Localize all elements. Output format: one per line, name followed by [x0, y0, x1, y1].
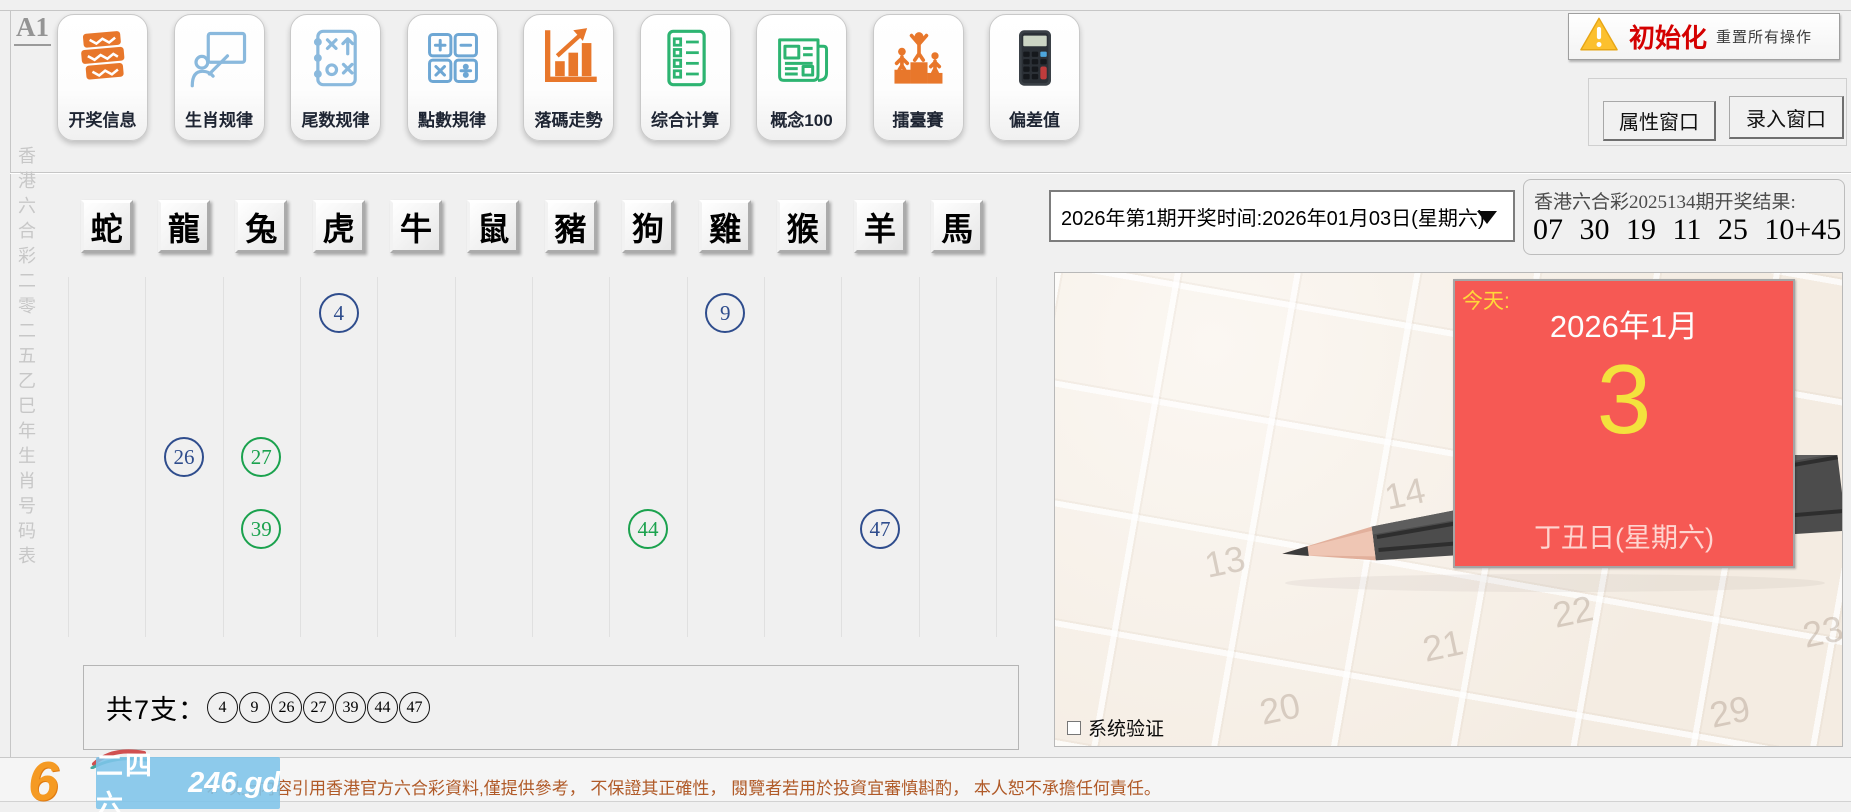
toolbar-button-calculator[interactable]: 偏差值	[989, 14, 1080, 141]
summary-number-39: 39	[335, 692, 366, 723]
summary-number-9: 9	[239, 692, 270, 723]
disclaimer-text: ※ 以上内容引用香港官方六合彩資料,僅提供參考， 不保證其正確性， 閱覽者若用於…	[205, 774, 1161, 799]
summary-box: 共7支： 492627394447	[83, 665, 1019, 750]
zodiac-button-5[interactable]: 牛	[390, 200, 442, 253]
app-window: A1 开奖信息 生肖规律 尾数规律 點數規律 落碼走勢 综合计算 概念100 擂臺賽 偏差值 初…	[0, 0, 1851, 812]
grid-column-line	[919, 277, 920, 637]
grid-column-line	[145, 277, 146, 637]
properties-window-button[interactable]: 属性窗口	[1603, 101, 1716, 141]
grid-column-line	[455, 277, 456, 637]
calendar-day: 3	[1455, 343, 1793, 456]
calendar-faint-number: 23	[1799, 607, 1843, 656]
zodiac-button-12[interactable]: 馬	[931, 200, 983, 253]
watermark-six-logo: 6	[28, 749, 59, 812]
system-verify-row: 系统验证	[1067, 714, 1164, 741]
summary-number-47: 47	[399, 692, 430, 723]
toolbar-button-books[interactable]: 开奖信息	[57, 14, 148, 141]
grid-column-line	[764, 277, 765, 637]
zodiac-button-6[interactable]: 鼠	[467, 200, 519, 253]
toolbar-button-bar-chart[interactable]: 落碼走勢	[523, 14, 614, 141]
reset-all-label: 重置所有操作	[1716, 26, 1812, 47]
grid-column-line	[377, 277, 378, 637]
grid-number-47: 47	[860, 509, 900, 549]
calendar-faint-number: 28	[1611, 737, 1659, 747]
summary-number-44: 44	[367, 692, 398, 723]
warning-icon	[1579, 16, 1619, 58]
zodiac-button-2[interactable]: 龍	[158, 200, 210, 253]
summary-numbers: 492627394447	[206, 692, 430, 723]
toolbar-button-checklist[interactable]: 综合计算	[640, 14, 731, 141]
grid-column-line	[609, 277, 610, 637]
last-result-title: 香港六合彩2025134期开奖结果:	[1534, 187, 1796, 214]
summary-number-4: 4	[207, 692, 238, 723]
grid-number-9: 9	[705, 293, 745, 333]
toolbar-button-label: 落碼走勢	[535, 106, 603, 131]
calendar-panel: 1314212022282923 今天: 2026年1月 3 丁丑日(星期六)	[1054, 272, 1843, 747]
chevron-down-icon	[1477, 211, 1497, 224]
toolbar-button-podium[interactable]: 擂臺賽	[873, 14, 964, 141]
toolbar-button-math-ops[interactable]: 點數規律	[407, 14, 498, 141]
grid-column-line	[68, 277, 69, 637]
site-watermark: 6 二四六 246.gd	[28, 749, 288, 811]
toolbar-button-newspaper[interactable]: 概念100	[756, 14, 847, 141]
toolbar-button-label: 擂臺賽	[893, 106, 944, 131]
initialize-button[interactable]: 初始化 重置所有操作	[1568, 13, 1840, 60]
draw-period-dropdown[interactable]: 2026年第1期开奖时间:2026年01月03日(星期六)	[1049, 190, 1515, 242]
zodiac-button-10[interactable]: 猴	[777, 200, 829, 253]
initialize-label: 初始化	[1629, 18, 1707, 55]
zodiac-button-11[interactable]: 羊	[854, 200, 906, 253]
watermark-site-name: 二四六	[96, 744, 182, 812]
toolbar-button-label: 點數規律	[418, 106, 486, 131]
toolbar-divider	[10, 172, 1851, 173]
watermark-plate: 二四六 246.gd	[96, 757, 280, 809]
summary-number-27: 27	[303, 692, 334, 723]
grid-number-27: 27	[241, 437, 281, 477]
calendar-faint-number: 21	[1419, 621, 1467, 670]
toolbar-button-strategy[interactable]: 尾数规律	[290, 14, 381, 141]
toolbar-button-label: 尾数规律	[302, 106, 370, 131]
grid-column-line	[996, 277, 997, 637]
zodiac-button-9[interactable]: 雞	[699, 200, 751, 253]
toolbar-button-label: 概念100	[770, 106, 832, 131]
entry-window-button[interactable]: 录入窗口	[1729, 96, 1844, 139]
calendar-faint-number: 13	[1201, 537, 1249, 586]
last-result-box: 香港六合彩2025134期开奖结果: 07 30 19 11 25 10+45	[1523, 179, 1845, 255]
grid-column-line	[300, 277, 301, 637]
system-verify-label: 系统验证	[1088, 714, 1164, 741]
window-buttons-group: 属性窗口 录入窗口	[1588, 78, 1847, 146]
calendar-month: 2026年1月	[1455, 301, 1793, 346]
zodiac-button-1[interactable]: 蛇	[81, 200, 133, 253]
summary-number-26: 26	[271, 692, 302, 723]
grid-number-4: 4	[319, 293, 359, 333]
grid-number-39: 39	[241, 509, 281, 549]
window-left-border	[10, 10, 11, 757]
toolbar-button-teach-board[interactable]: 生肖规律	[174, 14, 265, 141]
zodiac-button-8[interactable]: 狗	[622, 200, 674, 253]
grid-number-26: 26	[164, 437, 204, 477]
toolbar-button-label: 综合计算	[651, 106, 719, 131]
system-verify-checkbox[interactable]	[1067, 721, 1081, 735]
grid-number-44: 44	[628, 509, 668, 549]
grid-column-line	[841, 277, 842, 637]
zodiac-button-4[interactable]: 虎	[313, 200, 365, 253]
last-result-numbers: 07 30 19 11 25 10+45	[1533, 213, 1841, 247]
calendar-faint-number: 29	[1706, 687, 1754, 736]
summary-prefix: 共7支：	[106, 688, 206, 727]
toolbar-button-label: 偏差值	[1009, 106, 1060, 131]
today-calendar-card: 今天: 2026年1月 3 丁丑日(星期六)	[1453, 279, 1795, 568]
toolbar-button-label: 生肖规律	[185, 106, 253, 131]
grid-column-line	[223, 277, 224, 637]
grid-column-line	[532, 277, 533, 637]
side-vertical-title: 香港六合彩二零二五乙巳年生肖号码表	[13, 146, 39, 571]
calendar-day-info: 丁丑日(星期六)	[1455, 516, 1793, 555]
grid-column-line	[687, 277, 688, 637]
draw-period-value: 2026年第1期开奖时间:2026年01月03日(星期六)	[1051, 202, 1484, 231]
app-badge: A1	[14, 12, 51, 46]
watermark-domain: 246.gd	[188, 767, 280, 800]
window-top-border	[0, 10, 1851, 11]
calendar-faint-number: 20	[1256, 684, 1304, 733]
toolbar-button-label: 开奖信息	[69, 106, 137, 131]
zodiac-button-3[interactable]: 兔	[235, 200, 287, 253]
zodiac-button-7[interactable]: 豬	[545, 200, 597, 253]
